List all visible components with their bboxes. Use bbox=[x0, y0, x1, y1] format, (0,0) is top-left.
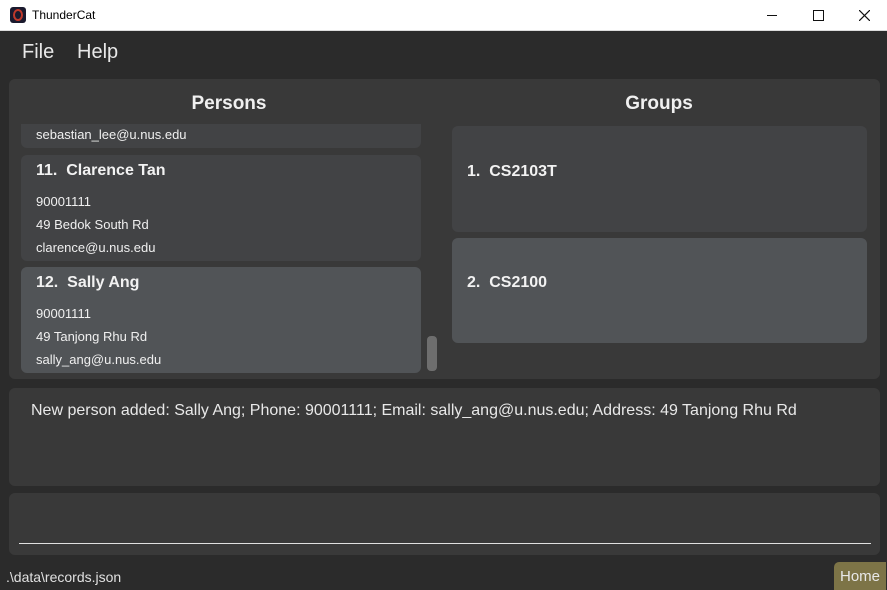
title-bar: ThunderCat bbox=[0, 0, 887, 31]
person-phone: 90001111 bbox=[36, 194, 91, 209]
person-card-selected[interactable]: 12. Sally Ang 90001111 49 Tanjong Rhu Rd… bbox=[21, 267, 421, 373]
result-display: New person added: Sally Ang; Phone: 9000… bbox=[9, 388, 880, 486]
person-name: 11. Clarence Tan bbox=[36, 162, 166, 179]
person-address: 49 Bedok South Rd bbox=[36, 217, 149, 232]
person-email: sebastian_lee@u.nus.edu bbox=[36, 127, 187, 142]
groups-heading: Groups bbox=[625, 93, 693, 114]
maximize-icon bbox=[812, 10, 824, 21]
person-phone: 90001111 bbox=[36, 306, 91, 321]
status-file-path: .\data\records.json bbox=[6, 569, 122, 585]
person-email: clarence@u.nus.edu bbox=[36, 240, 156, 255]
group-name: 2. CS2100 bbox=[467, 274, 548, 291]
result-message: New person added: Sally Ang; Phone: 9000… bbox=[31, 402, 797, 419]
person-list[interactable]: sebastian_lee@u.nus.edu 11. Clarence Tan… bbox=[21, 124, 421, 374]
command-input[interactable] bbox=[21, 517, 867, 539]
command-input-underline bbox=[19, 543, 871, 544]
command-box[interactable] bbox=[9, 493, 880, 555]
persons-heading: Persons bbox=[191, 93, 267, 114]
minimize-button[interactable] bbox=[749, 0, 795, 31]
person-email: sally_ang@u.nus.edu bbox=[36, 352, 162, 367]
menu-help[interactable]: Help bbox=[77, 41, 118, 64]
maximize-button[interactable] bbox=[795, 0, 841, 31]
home-button[interactable]: Home bbox=[834, 562, 886, 590]
group-card[interactable]: 1. CS2103T bbox=[452, 126, 867, 232]
group-name: 1. CS2103T bbox=[467, 163, 557, 180]
person-card-partial[interactable]: sebastian_lee@u.nus.edu bbox=[21, 124, 421, 148]
person-name: 12. Sally Ang bbox=[36, 274, 140, 291]
person-card[interactable]: 11. Clarence Tan 90001111 49 Bedok South… bbox=[21, 155, 421, 261]
menu-file[interactable]: File bbox=[22, 41, 54, 64]
group-card-selected[interactable]: 2. CS2100 bbox=[452, 238, 867, 343]
close-icon bbox=[858, 10, 870, 21]
app-logo-icon bbox=[10, 7, 26, 23]
menu-bar: File Help bbox=[0, 31, 887, 75]
window-title: ThunderCat bbox=[32, 8, 96, 22]
person-address: 49 Tanjong Rhu Rd bbox=[36, 329, 148, 344]
minimize-icon bbox=[767, 15, 777, 16]
close-button[interactable] bbox=[841, 0, 887, 31]
person-list-scrollbar[interactable] bbox=[427, 336, 437, 371]
